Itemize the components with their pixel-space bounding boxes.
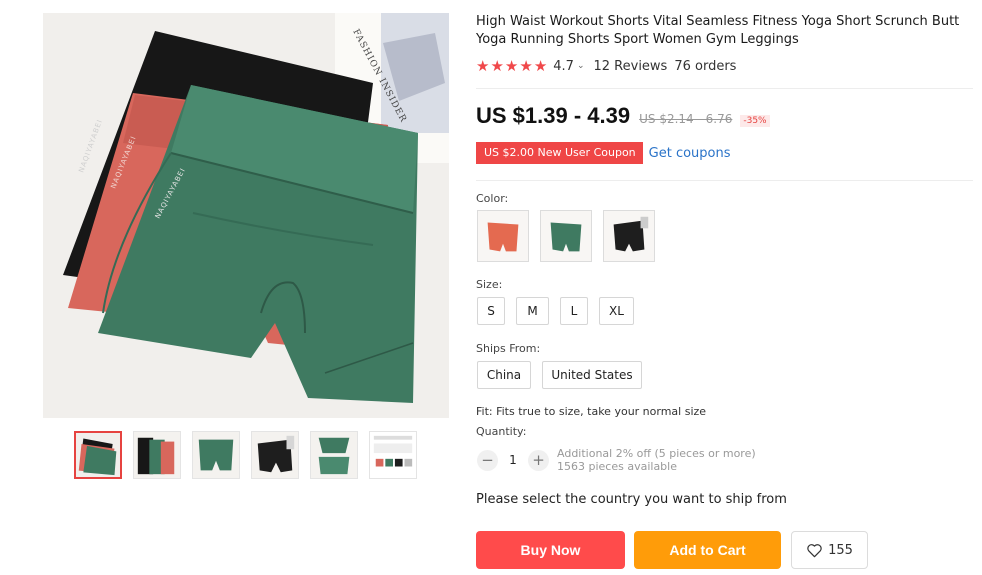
star-icon: ★	[504, 56, 519, 75]
divider	[476, 88, 973, 89]
ships-from-china[interactable]: China	[477, 361, 531, 389]
thumbnail-strip	[74, 431, 417, 479]
thumbnail-5[interactable]	[310, 431, 358, 479]
divider	[476, 180, 973, 181]
main-product-image[interactable]: FASHION INSIDER NAQIYAYABEI NAQIYAYABEI …	[43, 13, 449, 418]
stock-available: 1563 pieces available	[557, 460, 677, 473]
quantity-label: Quantity:	[476, 425, 527, 438]
thumbnail-6[interactable]	[369, 431, 417, 479]
ships-from-label: Ships From:	[476, 342, 541, 355]
size-option-m[interactable]: M	[516, 297, 549, 325]
get-coupons-link[interactable]: Get coupons	[649, 146, 731, 161]
quantity-value[interactable]: 1	[498, 453, 528, 467]
thumbnail-4[interactable]	[251, 431, 299, 479]
discount-badge: -35%	[740, 115, 770, 127]
ships-from-united-states[interactable]: United States	[542, 361, 642, 389]
ships-from-options: China United States	[477, 361, 642, 389]
wishlist-button[interactable]: 155	[791, 531, 868, 569]
color-swatch-coral[interactable]	[477, 210, 529, 262]
ship-country-message: Please select the country you want to sh…	[476, 492, 787, 507]
thumbnail-1[interactable]	[74, 431, 122, 479]
orders-count: 76 orders	[674, 58, 737, 74]
color-label: Color:	[476, 192, 509, 205]
color-swatches	[477, 210, 655, 262]
plus-icon[interactable]: +	[528, 449, 549, 471]
wishlist-count: 155	[828, 542, 853, 558]
star-icon: ★	[476, 56, 490, 75]
star-icon: ★	[519, 56, 533, 75]
fit-note: Fit: Fits true to size, take your normal…	[476, 405, 707, 418]
star-icon: ★	[533, 56, 548, 75]
heart-icon	[807, 543, 822, 557]
quantity-stepper: − 1 + Additional 2% off (5 pieces or mor…	[477, 447, 756, 473]
quantity-info: Additional 2% off (5 pieces or more) 156…	[557, 447, 756, 473]
thumbnail-3[interactable]	[192, 431, 240, 479]
size-options: S M L XL	[477, 297, 634, 325]
rating-stars: ★ ★ ★ ★ ★	[476, 56, 548, 75]
size-label: Size:	[476, 278, 503, 291]
size-option-s[interactable]: S	[477, 297, 505, 325]
size-option-l[interactable]: L	[560, 297, 588, 325]
chevron-down-icon[interactable]: ⌄	[577, 61, 585, 71]
bulk-discount-note: Additional 2% off (5 pieces or more)	[557, 447, 756, 460]
price-row: US $1.39 - 4.39 US $2.14 - 6.76 -35%	[476, 103, 770, 129]
buy-now-button[interactable]: Buy Now	[476, 531, 625, 569]
product-title: High Waist Workout Shorts Vital Seamless…	[476, 14, 960, 47]
rating-row: ★ ★ ★ ★ ★ 4.7 ⌄ 12 Reviews 76 orders	[476, 56, 736, 76]
current-price: US $1.39 - 4.39	[476, 103, 631, 128]
star-icon: ★	[490, 56, 504, 75]
reviews-link[interactable]: 12 Reviews	[594, 59, 668, 74]
add-to-cart-button[interactable]: Add to Cart	[634, 531, 781, 569]
coupon-row: US $2.00 New User Coupon Get coupons	[476, 142, 731, 164]
size-option-xl[interactable]: XL	[599, 297, 634, 325]
color-swatch-black[interactable]	[603, 210, 655, 262]
new-user-coupon[interactable]: US $2.00 New User Coupon	[476, 142, 643, 164]
rating-value: 4.7	[553, 58, 574, 74]
original-price: US $2.14 - 6.76	[639, 112, 733, 126]
color-swatch-green[interactable]	[540, 210, 592, 262]
minus-icon[interactable]: −	[477, 449, 498, 471]
shorts-photo: FASHION INSIDER NAQIYAYABEI NAQIYAYABEI …	[43, 13, 449, 418]
thumbnail-2[interactable]	[133, 431, 181, 479]
